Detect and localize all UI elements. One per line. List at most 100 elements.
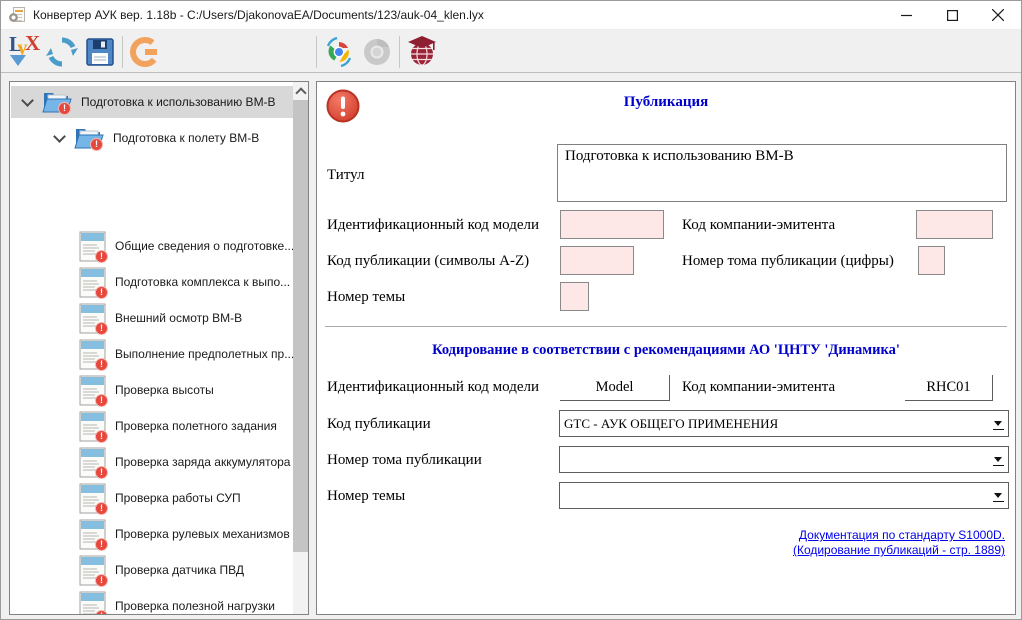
tree-node-label: Проверка датчика ПВД xyxy=(115,563,244,577)
coding-topic-label: Номер темы xyxy=(327,488,405,505)
coding-volume-label: Номер тома публикации xyxy=(327,452,482,469)
volume-number-input[interactable] xyxy=(918,246,945,275)
error-badge-icon xyxy=(95,394,108,407)
open-lyx-button[interactable]: LyX xyxy=(5,33,43,71)
tree-node-label: Проверка полезной нагрузки xyxy=(115,599,275,613)
window-title: Конвертер АУК вер. 1.18b - C:/Users/Djak… xyxy=(33,8,484,22)
tree-node-document[interactable]: Проверка полетного задания xyxy=(11,410,293,442)
chrome-export-icon xyxy=(323,36,355,68)
tree-node-document[interactable]: Общие сведения о подготовке... xyxy=(11,230,293,262)
company-code-input[interactable] xyxy=(916,210,993,239)
tree-node-root[interactable]: Подготовка к использованию ВМ-В xyxy=(11,86,293,118)
document-icon xyxy=(79,483,106,514)
error-badge-icon xyxy=(95,610,108,615)
combobox-value: GTC - АУК ОБЩЕГО ПРИМЕНЕНИЯ xyxy=(560,416,778,432)
minimize-icon xyxy=(901,10,912,21)
tree-node-folder[interactable]: Подготовка к полету ВМ-В xyxy=(11,122,293,154)
export-html-button[interactable] xyxy=(320,33,358,71)
chevron-expanded-icon[interactable] xyxy=(21,94,34,107)
scrollbar-thumb[interactable] xyxy=(293,100,308,552)
document-icon xyxy=(79,555,106,586)
topic-number-label: Номер темы xyxy=(327,289,405,306)
tree-node-document[interactable]: Проверка работы СУП xyxy=(11,482,293,514)
tree-node-document[interactable]: Проверка высоты xyxy=(11,374,293,406)
chevron-down-icon[interactable] xyxy=(993,418,1004,430)
title-label: Титул xyxy=(327,167,365,184)
tree-node-document[interactable]: Проверка заряда аккумулятора xyxy=(11,446,293,478)
model-code-label: Идентификационный код модели xyxy=(327,217,539,234)
topic-number-input[interactable] xyxy=(560,282,589,311)
refresh-button[interactable] xyxy=(43,33,81,71)
section-divider xyxy=(325,326,1007,327)
tree-node-label: Подготовка к использованию ВМ-В xyxy=(81,95,276,109)
publish-training-button[interactable] xyxy=(403,33,441,71)
tree-node-label: Проверка полетного задания xyxy=(115,419,277,433)
app-window: Конвертер АУК вер. 1.18b - C:/Users/Djak… xyxy=(0,0,1022,620)
export-html-disabled-button[interactable] xyxy=(358,33,396,71)
lyx-source-icon: LyX xyxy=(8,36,40,68)
volume-number-label: Номер тома публикации (цифры) xyxy=(682,253,894,270)
pub-code-input[interactable] xyxy=(560,246,634,275)
document-icon xyxy=(79,303,106,334)
error-badge-icon xyxy=(95,466,108,479)
document-icon xyxy=(79,411,106,442)
scroll-up-icon[interactable] xyxy=(293,82,308,99)
document-icon xyxy=(79,375,106,406)
convert-button[interactable] xyxy=(126,33,164,71)
error-badge-icon xyxy=(95,286,108,299)
save-button[interactable] xyxy=(81,33,119,71)
coding-pubcode-label: Код публикации xyxy=(327,416,431,433)
error-badge-icon xyxy=(95,538,108,551)
error-badge-icon xyxy=(95,430,108,443)
chrome-disabled-icon xyxy=(362,37,392,67)
tree-node-label: Проверка заряда аккумулятора xyxy=(115,455,290,469)
error-badge-icon xyxy=(90,138,103,151)
chevron-expanded-icon[interactable] xyxy=(53,130,66,143)
minimize-button[interactable] xyxy=(883,1,929,29)
tree-node-document[interactable]: Внешний осмотр ВМ-В xyxy=(11,302,293,334)
toolbar: LyX xyxy=(1,31,1021,73)
document-icon xyxy=(79,447,106,478)
s1000d-doc-link[interactable]: Документация по стандарту S1000D. xyxy=(793,528,1005,543)
document-icon xyxy=(79,519,106,550)
tree-node-label: Подготовка к полету ВМ-В xyxy=(113,131,259,145)
close-button[interactable] xyxy=(975,1,1021,29)
tree-node-document[interactable]: Выполнение предполетных пр... xyxy=(11,338,293,370)
title-input[interactable]: Подготовка к использованию ВМ-В xyxy=(557,144,1007,202)
folder-icon xyxy=(41,89,73,115)
tree-node-document[interactable]: Проверка датчика ПВД xyxy=(11,554,293,586)
error-badge-icon xyxy=(58,102,71,115)
coding-model-label: Идентификационный код модели xyxy=(327,379,539,396)
s1000d-page-link[interactable]: (Кодирование публикаций - стр. 1889) xyxy=(793,543,1005,558)
folder-icon xyxy=(73,125,105,151)
pub-code-label: Код публикации (символы A-Z) xyxy=(327,253,529,270)
maximize-button[interactable] xyxy=(929,1,975,29)
toolbar-separator xyxy=(399,36,400,68)
volume-combobox[interactable] xyxy=(559,446,1009,473)
company-code-label: Код компании-эмитента xyxy=(682,217,835,234)
tree-node-label: Проверка работы СУП xyxy=(115,491,241,505)
tree-node-document[interactable]: Проверка полезной нагрузки xyxy=(11,590,293,615)
coding-model-input[interactable] xyxy=(560,375,670,401)
coding-company-input[interactable] xyxy=(905,375,993,401)
tree-scrollbar[interactable] xyxy=(293,82,308,614)
publication-form: Публикация Титул Подготовка к использова… xyxy=(316,81,1016,615)
tree-node-document[interactable]: Подготовка комплекса к выпо... xyxy=(11,266,293,298)
convert-icon xyxy=(128,35,162,69)
tree-node-label: Подготовка комплекса к выпо... xyxy=(115,275,290,289)
chevron-down-icon[interactable] xyxy=(993,490,1004,502)
toolbar-separator xyxy=(316,36,317,68)
tree-node-label: Общие сведения о подготовке... xyxy=(115,239,294,253)
document-icon xyxy=(79,591,106,615)
error-badge-icon xyxy=(95,250,108,263)
maximize-icon xyxy=(947,10,958,21)
tree-node-document[interactable]: Проверка рулевых механизмов xyxy=(11,518,293,550)
document-icon xyxy=(79,231,106,262)
document-icon xyxy=(79,339,106,370)
web-publish-icon xyxy=(406,36,438,68)
error-badge-icon xyxy=(95,358,108,371)
topic-combobox[interactable] xyxy=(559,482,1009,509)
chevron-down-icon[interactable] xyxy=(993,454,1004,466)
pub-code-combobox[interactable]: GTC - АУК ОБЩЕГО ПРИМЕНЕНИЯ xyxy=(559,410,1009,437)
model-code-input[interactable] xyxy=(560,210,664,239)
